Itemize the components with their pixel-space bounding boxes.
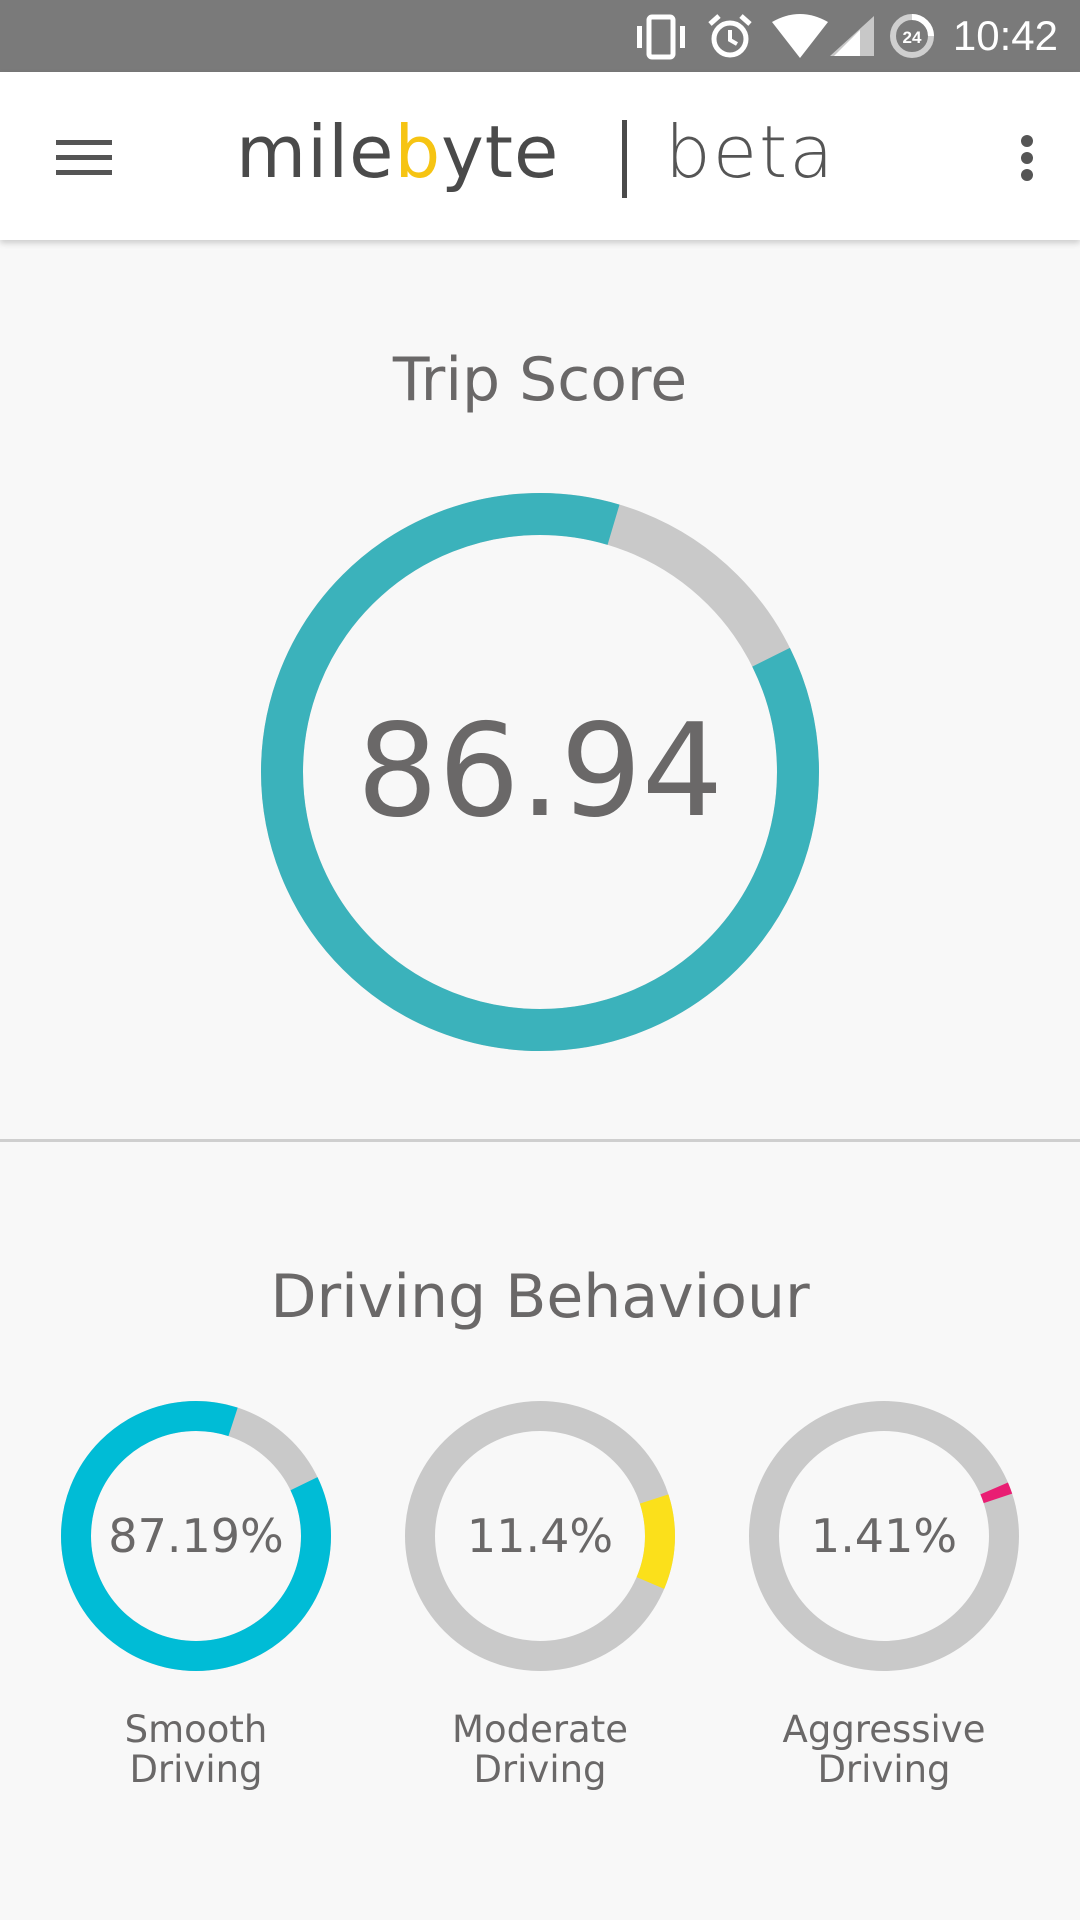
- app-bar: milebyte beta: [0, 72, 1080, 240]
- trip-score-gauge: 86.94: [261, 493, 819, 1051]
- wifi-icon: [772, 14, 828, 58]
- trip-score-title: Trip Score: [392, 345, 688, 415]
- status-time: 10:42: [952, 12, 1058, 59]
- smooth-driving-gauge: 87.19%: [61, 1401, 331, 1671]
- driving-behaviour-title: Driving Behaviour: [270, 1262, 810, 1332]
- caption-line: Aggressive: [782, 1708, 986, 1751]
- aggressive-driving-caption: Aggressive Driving: [734, 1710, 1034, 1790]
- alarm-icon: [708, 14, 752, 58]
- moderate-driving-value: 11.4%: [467, 1509, 613, 1563]
- smooth-driving-value: 87.19%: [108, 1509, 283, 1563]
- logo-text-accent: b: [394, 110, 442, 194]
- app-logo: milebyte: [236, 102, 559, 202]
- logo-beta-tag: beta: [665, 110, 836, 194]
- aggressive-driving-gauge: 1.41%: [749, 1401, 1019, 1671]
- smooth-driving-caption: Smooth Driving: [46, 1710, 346, 1790]
- hamburger-menu-icon[interactable]: [38, 118, 128, 198]
- moderate-driving-caption: Moderate Driving: [390, 1710, 690, 1790]
- more-vert-icon[interactable]: [992, 118, 1062, 198]
- moderate-driving-gauge: 11.4%: [405, 1401, 675, 1671]
- section-divider: [0, 1139, 1080, 1142]
- caption-line: Driving: [817, 1748, 951, 1791]
- vibrate-icon: [637, 14, 685, 60]
- cell-signal-icon: [830, 16, 874, 56]
- svg-text:24: 24: [903, 28, 922, 47]
- logo-text-suffix: yte: [441, 110, 560, 194]
- caption-line: Smooth: [124, 1708, 268, 1751]
- trip-score-value: 86.94: [357, 697, 723, 846]
- logo-text-prefix: mile: [236, 110, 395, 194]
- caption-line: Driving: [129, 1748, 263, 1791]
- logo-separator: [622, 120, 627, 198]
- caption-line: Driving: [473, 1748, 607, 1791]
- status-bar: 24 10:42: [0, 0, 1080, 72]
- aggressive-driving-value: 1.41%: [811, 1509, 957, 1563]
- battery-saver-icon: 24: [890, 14, 934, 58]
- caption-line: Moderate: [452, 1708, 628, 1751]
